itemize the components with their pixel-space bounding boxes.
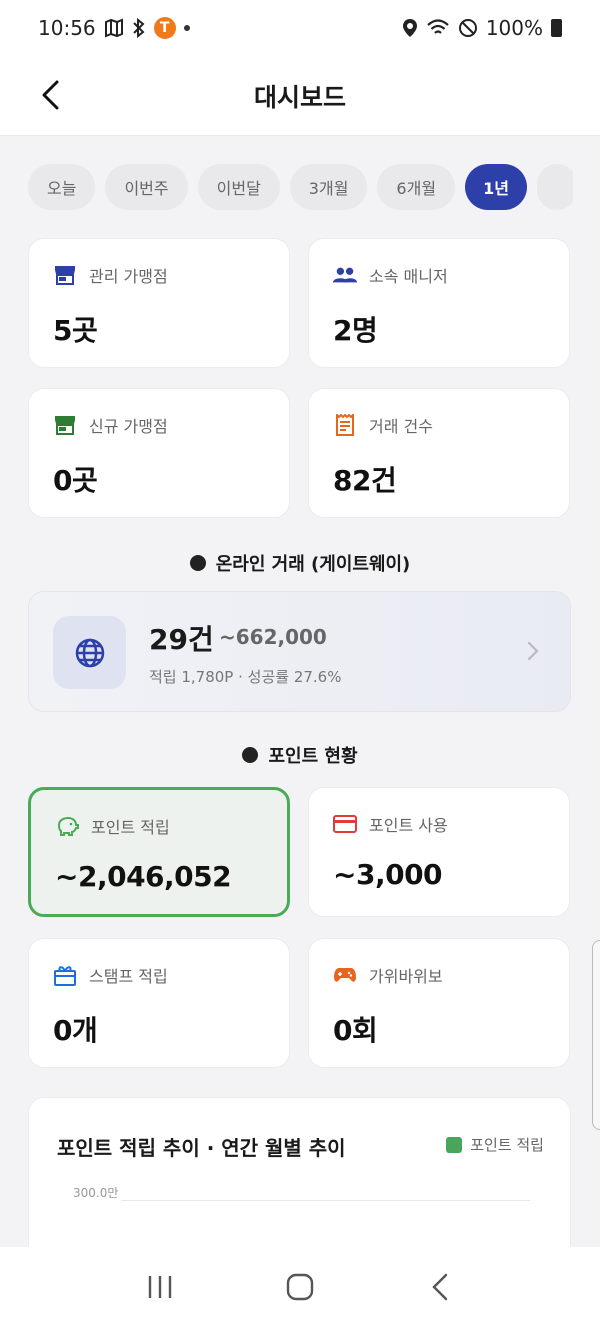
globe-icon [75, 638, 104, 667]
battery-icon [551, 19, 562, 37]
gamepad-icon [333, 963, 357, 987]
period-tab-this-month[interactable]: 이번달 [197, 164, 280, 210]
app-bar: 대시보드 [0, 56, 600, 136]
status-time: 10:56 [38, 16, 96, 40]
new-stores-value: 0곳 [53, 464, 98, 497]
online-transactions-card[interactable]: 29건 ~662,000 적립 1,780P · 성공률 27.6% [28, 591, 571, 712]
period-tab-this-week[interactable]: 이번주 [105, 164, 188, 210]
points-earned-card[interactable]: 포인트 적립 ~2,046,052 [28, 787, 290, 917]
points-earned-value: ~2,046,052 [55, 860, 232, 893]
system-back-button[interactable] [410, 1262, 470, 1312]
home-icon [286, 1273, 314, 1301]
recent-apps-button[interactable] [130, 1262, 190, 1312]
home-button[interactable] [270, 1262, 330, 1312]
store-icon [53, 413, 77, 437]
online-amount: ~662,000 [219, 625, 327, 649]
rps-label: 가위바위보 [369, 967, 443, 986]
period-filter: 오늘 이번주 이번달 3개월 6개월 1년 [28, 164, 573, 212]
legend-label: 포인트 적립 [470, 1136, 544, 1154]
battery-percent: 100% [485, 16, 543, 40]
system-navigation-bar [0, 1247, 600, 1327]
credit-card-icon [333, 812, 357, 836]
receipt-icon [333, 413, 357, 437]
period-tab-6-months[interactable]: 6개월 [377, 164, 456, 210]
stamps-value: 0개 [53, 1014, 98, 1047]
stores-card[interactable]: 관리 가맹점 5곳 [28, 238, 290, 368]
managers-value: 2명 [333, 314, 378, 347]
gift-icon [53, 963, 77, 987]
managers-card[interactable]: 소속 매니저 2명 [308, 238, 570, 368]
period-tab-1-year[interactable]: 1년 [465, 164, 528, 210]
chart-legend: 포인트 적립 [446, 1134, 544, 1155]
new-stores-card[interactable]: 신규 가맹점 0곳 [28, 388, 290, 518]
stamps-card[interactable]: 스탬프 적립 0개 [28, 938, 290, 1068]
points-earned-label: 포인트 적립 [91, 818, 170, 837]
rps-value: 0회 [333, 1014, 378, 1047]
y-axis-tick: 300.0만 [73, 1186, 119, 1200]
do-not-disturb-icon [458, 19, 477, 37]
location-icon [402, 19, 417, 37]
stores-value: 5곳 [53, 314, 98, 347]
online-subtext: 적립 1,780P · 성공률 27.6% [149, 668, 342, 686]
scrollbar[interactable] [592, 940, 600, 1130]
app-notification-icon: T [153, 17, 176, 39]
chart-title: 포인트 적립 추이 · 연간 월별 추이 [57, 1136, 346, 1160]
points-used-card[interactable]: 포인트 사용 ~3,000 [308, 787, 570, 917]
people-icon [333, 263, 357, 287]
managers-label: 소속 매니저 [369, 267, 448, 286]
more-notifications-dot [183, 25, 190, 31]
points-section-title: 포인트 현황 [0, 742, 600, 768]
transactions-value: 82건 [333, 464, 397, 497]
chevron-right-icon [527, 641, 539, 661]
globe-icon-box [53, 616, 126, 689]
back-icon [432, 1273, 448, 1301]
grid-line [121, 1200, 530, 1201]
map-icon [104, 18, 123, 38]
new-stores-label: 신규 가맹점 [89, 417, 168, 436]
wifi-icon [427, 19, 449, 34]
legend-swatch [446, 1136, 463, 1153]
online-section-title: 온라인 거래 (게이트웨이) [0, 550, 600, 576]
chevron-left-icon [42, 80, 59, 110]
page-title: 대시보드 [253, 82, 346, 112]
transactions-label: 거래 건수 [369, 417, 433, 436]
recent-apps-icon [148, 1276, 172, 1298]
period-tab-more[interactable] [537, 164, 573, 210]
section-bullet [189, 555, 206, 571]
back-button[interactable] [30, 70, 70, 120]
rps-card[interactable]: 가위바위보 0회 [308, 938, 570, 1068]
transactions-card[interactable]: 거래 건수 82건 [308, 388, 570, 518]
stamps-label: 스탬프 적립 [89, 967, 168, 986]
period-tab-today[interactable]: 오늘 [28, 164, 96, 210]
online-count: 29건 [149, 623, 214, 656]
section-bullet [242, 747, 259, 763]
piggy-bank-icon [55, 814, 79, 838]
stores-label: 관리 가맹점 [89, 267, 168, 286]
points-used-value: ~3,000 [333, 858, 443, 891]
status-bar: 10:56 T 100% [0, 0, 600, 56]
bluetooth-icon [132, 18, 145, 38]
points-used-label: 포인트 사용 [369, 816, 448, 835]
period-tab-3-months[interactable]: 3개월 [289, 164, 368, 210]
store-icon [53, 263, 77, 287]
